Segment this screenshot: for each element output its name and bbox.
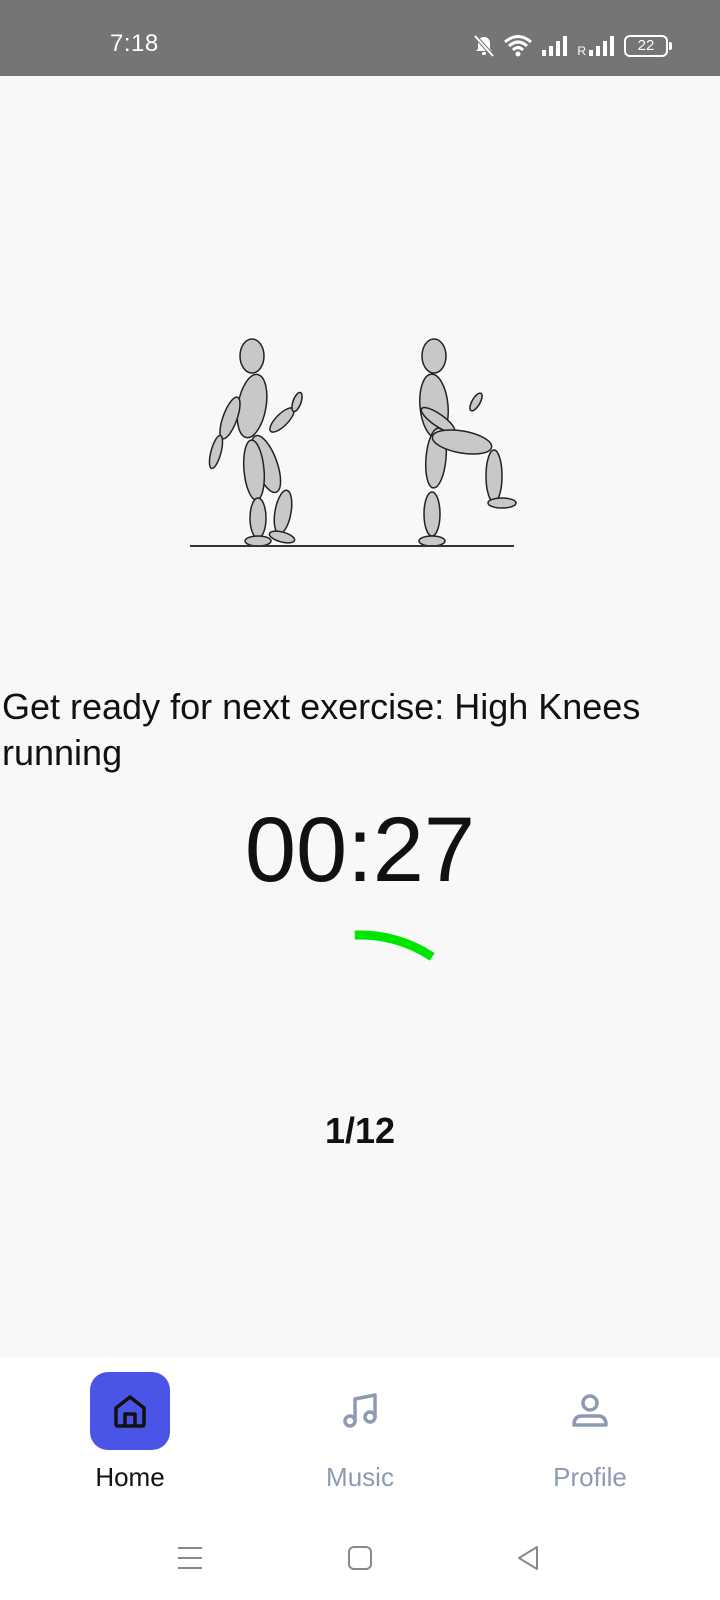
status-bar: 7:18 R 22 — [0, 0, 720, 76]
menu-icon — [178, 1547, 202, 1569]
back-button[interactable] — [508, 1538, 548, 1578]
back-icon — [518, 1546, 538, 1570]
roaming-signal-icon: R — [577, 35, 616, 57]
nav-home[interactable]: Home — [30, 1372, 230, 1493]
system-navigation — [0, 1508, 720, 1600]
progress-arc — [354, 930, 435, 961]
mute-icon — [473, 34, 495, 58]
status-icons: R 22 — [473, 32, 672, 60]
exercise-counter: 1/12 — [324, 1110, 396, 1151]
nav-home-icon-container — [90, 1372, 170, 1450]
signal-icon — [541, 35, 569, 57]
progress-ring — [354, 930, 435, 961]
nav-profile-label: Profile — [553, 1462, 627, 1492]
figure-right — [418, 338, 517, 547]
home-icon — [114, 1395, 146, 1428]
home-square-icon — [348, 1546, 372, 1570]
status-time: 7:18 — [110, 30, 159, 57]
wifi-icon — [503, 34, 533, 58]
nav-music-label: Music — [326, 1462, 394, 1492]
battery-icon: 22 — [624, 35, 672, 57]
nav-profile-icon-container — [550, 1372, 630, 1450]
roaming-label: R — [577, 44, 586, 58]
high-knees-figures — [190, 338, 517, 547]
system-home-button[interactable] — [340, 1538, 380, 1578]
bottom-navigation: Home Music Profile — [0, 1358, 720, 1508]
menu-button[interactable] — [170, 1538, 210, 1578]
nav-music-icon-container — [320, 1372, 400, 1450]
countdown-timer: 00:27 — [244, 799, 476, 901]
nav-music[interactable]: Music — [260, 1372, 460, 1493]
nav-home-label: Home — [95, 1462, 165, 1492]
battery-level: 22 — [637, 37, 655, 54]
figure-left — [208, 338, 303, 547]
profile-icon — [572, 1394, 608, 1427]
nav-profile[interactable]: Profile — [490, 1372, 690, 1493]
music-note-icon — [343, 1393, 377, 1428]
exercise-message: Get ready for next exercise: High Knees … — [2, 686, 641, 773]
